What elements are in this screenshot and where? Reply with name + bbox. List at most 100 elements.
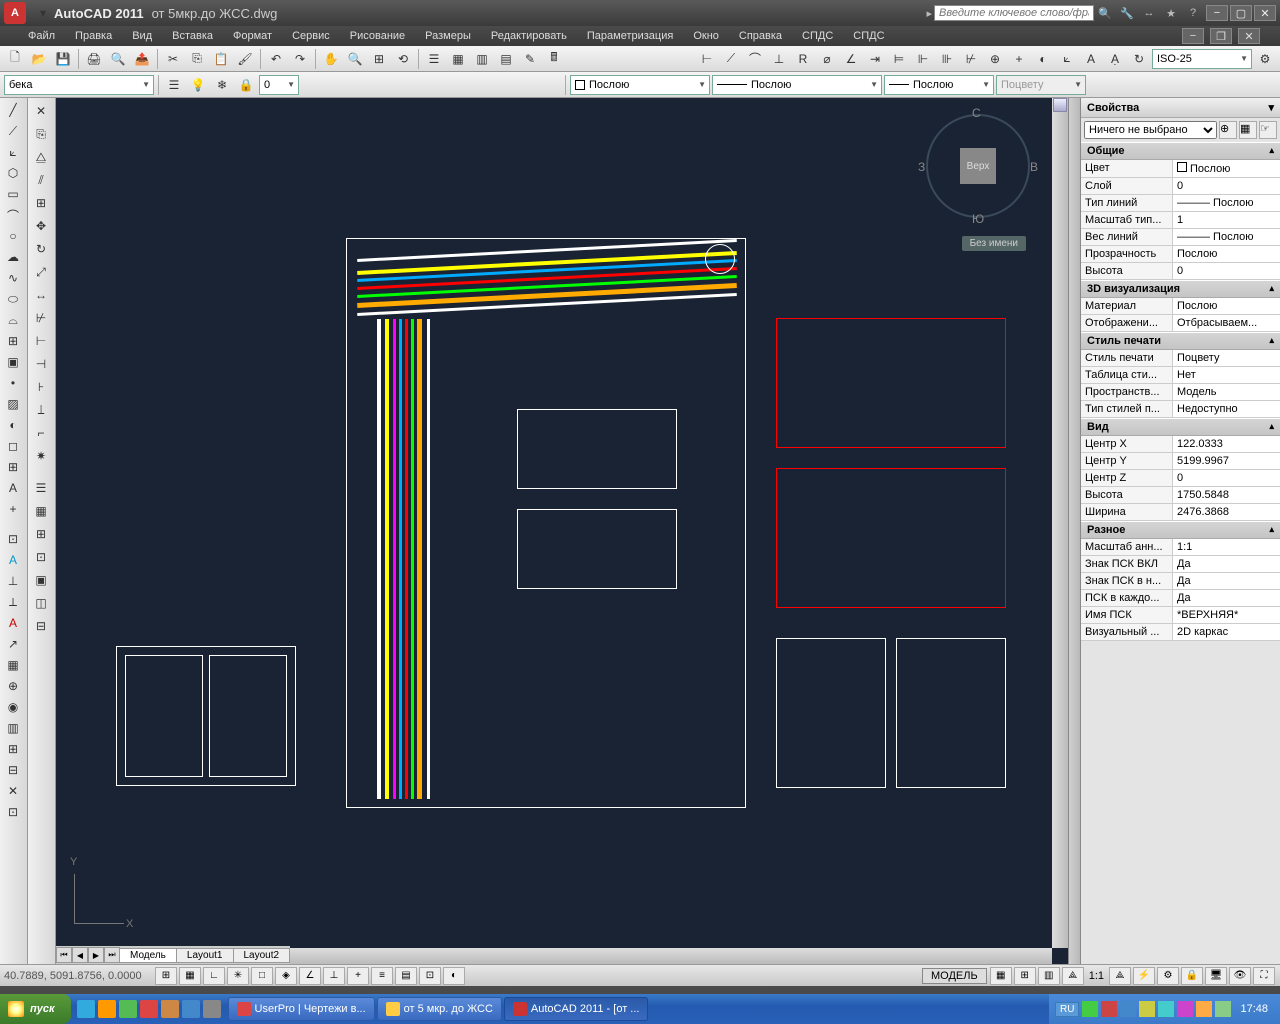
prop-row[interactable]: Стиль печатиПоцвету (1081, 350, 1280, 367)
prop-value[interactable]: Поцвету (1173, 350, 1280, 366)
s-qv-icon[interactable]: ⊞ (1014, 967, 1036, 985)
prop-row[interactable]: Тип линий——— Послою (1081, 195, 1280, 212)
dim-ord-icon[interactable]: ⊥ (768, 48, 790, 70)
tray-5-icon[interactable] (1158, 1001, 1174, 1017)
viewcube-s[interactable]: Ю (972, 212, 984, 226)
dim-quick-icon[interactable]: ⇥ (864, 48, 886, 70)
pickadd-icon[interactable]: ☞ (1259, 121, 1277, 139)
selection-combo[interactable]: Ничего не выбрано (1084, 121, 1217, 139)
prop-row[interactable]: ПСК в каждо...Да (1081, 590, 1280, 607)
prop-row[interactable]: Высота0 (1081, 263, 1280, 280)
prop-value[interactable]: 0 (1173, 263, 1280, 279)
dim-update-icon[interactable]: ↻ (1128, 48, 1150, 70)
menu-edit[interactable]: Правка (67, 28, 120, 44)
scale-icon[interactable]: ⤢ (30, 261, 52, 283)
prop-row[interactable]: Вес линий——— Послою (1081, 229, 1280, 246)
prop-row[interactable]: Визуальный ...2D каркас (1081, 624, 1280, 641)
m7-icon[interactable]: ⊟ (30, 615, 52, 637)
ellipse-icon[interactable]: ⬭ (2, 289, 24, 309)
erase-icon[interactable]: ✕ (30, 100, 52, 122)
prop-row[interactable]: Знак ПСК в н...Да (1081, 573, 1280, 590)
menu-help[interactable]: Справка (731, 28, 790, 44)
annoauto-icon[interactable]: ⚡ (1133, 967, 1155, 985)
explode-icon[interactable]: ✷ (30, 445, 52, 467)
taskbar-app-button[interactable]: UserPro | Чертежи в... (228, 997, 375, 1021)
binoculars-icon[interactable]: 🔍 (1096, 4, 1114, 22)
table-icon[interactable]: ⊞ (2, 457, 24, 477)
annoscale-icon[interactable]: ⟁ (1062, 967, 1084, 985)
block-icon[interactable]: ▣ (2, 352, 24, 372)
ql-3-icon[interactable] (119, 1000, 137, 1018)
clean-icon[interactable]: ⛶ (1253, 967, 1275, 985)
viewcube-e[interactable]: В (1030, 160, 1038, 174)
ql-ie-icon[interactable] (77, 1000, 95, 1018)
doc-restore-button[interactable]: ❐ (1210, 28, 1232, 44)
spds3-icon[interactable]: ⊥ (2, 571, 24, 591)
pan-icon[interactable]: ✋ (320, 48, 342, 70)
tab-layout1[interactable]: Layout1 (176, 948, 234, 963)
toolbar-lock-icon[interactable]: 🔒 (1181, 967, 1203, 985)
lwt-toggle[interactable]: ≡ (371, 967, 393, 985)
line-icon[interactable]: ╱ (2, 100, 24, 120)
jog-icon[interactable]: ⟀ (1056, 48, 1078, 70)
dim-radius-icon[interactable]: R (792, 48, 814, 70)
exchange-icon[interactable]: ↔ (1140, 4, 1158, 22)
s-qvd-icon[interactable]: ▥ (1038, 967, 1060, 985)
prop-category[interactable]: 3D визуализация▴ (1081, 280, 1280, 298)
spds13-icon[interactable]: ✕ (2, 781, 24, 801)
dimstyle-edit-icon[interactable]: ⚙ (1254, 48, 1276, 70)
prop-value[interactable]: Да (1173, 573, 1280, 589)
spds1-icon[interactable]: ⊡ (2, 529, 24, 549)
copy2-icon[interactable]: ⎘ (30, 123, 52, 145)
prop-value[interactable]: 122.0333 (1173, 436, 1280, 452)
copy-icon[interactable]: ⎘ (186, 48, 208, 70)
ortho-toggle[interactable]: ∟ (203, 967, 225, 985)
revcloud-icon[interactable]: ☁ (2, 247, 24, 267)
dimstyle-combo[interactable]: ISO-25 (1152, 49, 1252, 69)
color-combo[interactable]: Послою (570, 75, 710, 95)
qat-new-icon[interactable]: ▾ (32, 2, 54, 24)
prop-value[interactable]: ——— Послою (1173, 229, 1280, 245)
point-icon[interactable]: • (2, 373, 24, 393)
panel-menu-icon[interactable]: ▾ (1268, 101, 1274, 114)
linetype-combo[interactable]: Послою (712, 75, 882, 95)
redo-icon[interactable]: ↷ (289, 48, 311, 70)
doc-close-button[interactable]: ✕ (1238, 28, 1260, 44)
language-indicator[interactable]: RU (1055, 1002, 1079, 1017)
menu-draw[interactable]: Рисование (342, 28, 413, 44)
markup-icon[interactable]: ✎ (519, 48, 541, 70)
prop-row[interactable]: ПрозрачностьПослою (1081, 246, 1280, 263)
doc-minimize-button[interactable]: − (1182, 28, 1204, 44)
polar-toggle[interactable]: ✳ (227, 967, 249, 985)
tab-first-icon[interactable]: ⏮ (56, 947, 72, 963)
view-name-button[interactable]: Без имени (962, 236, 1026, 251)
offset-icon[interactable]: ⫽ (30, 169, 52, 191)
zoom-icon[interactable]: 🔍 (344, 48, 366, 70)
vertical-scrollbar[interactable] (1052, 98, 1068, 948)
prop-value[interactable]: 2476.3868 (1173, 504, 1280, 520)
rotate-icon[interactable]: ↻ (30, 238, 52, 260)
dim-aligned-icon[interactable]: ⟋ (720, 48, 742, 70)
ql-opera-icon[interactable] (140, 1000, 158, 1018)
m1-icon[interactable]: ☰ (30, 477, 52, 499)
new-icon[interactable]: 🗋 (4, 48, 26, 70)
save-icon[interactable]: 💾 (52, 48, 74, 70)
selectobj-icon[interactable]: ▦ (1239, 121, 1257, 139)
menu-spds[interactable]: СПДС (794, 28, 841, 44)
inspect-icon[interactable]: ◐ (1032, 48, 1054, 70)
prop-row[interactable]: Высота1750.5848 (1081, 487, 1280, 504)
close-button[interactable]: ✕ (1254, 5, 1276, 21)
print-icon[interactable]: 🖨 (83, 48, 105, 70)
layer-state-icon[interactable]: 💡 (187, 74, 209, 96)
tolerance-icon[interactable]: ⊕ (984, 48, 1006, 70)
dim-baseline-icon[interactable]: ⊨ (888, 48, 910, 70)
designcenter-icon[interactable]: ▦ (447, 48, 469, 70)
prop-row[interactable]: МатериалПослою (1081, 298, 1280, 315)
prop-row[interactable]: Отображени...Отбрасываем... (1081, 315, 1280, 332)
break-icon[interactable]: ⊣ (30, 353, 52, 375)
ducs-toggle[interactable]: ⊥ (323, 967, 345, 985)
trim-icon[interactable]: ⊬ (30, 307, 52, 329)
drawing-canvas[interactable]: X Y Верх С Ю В З Без имени ⏮ ◀ ▶ ⏭ Модел… (56, 98, 1068, 964)
menu-insert[interactable]: Вставка (164, 28, 221, 44)
grid-toggle[interactable]: ▦ (179, 967, 201, 985)
